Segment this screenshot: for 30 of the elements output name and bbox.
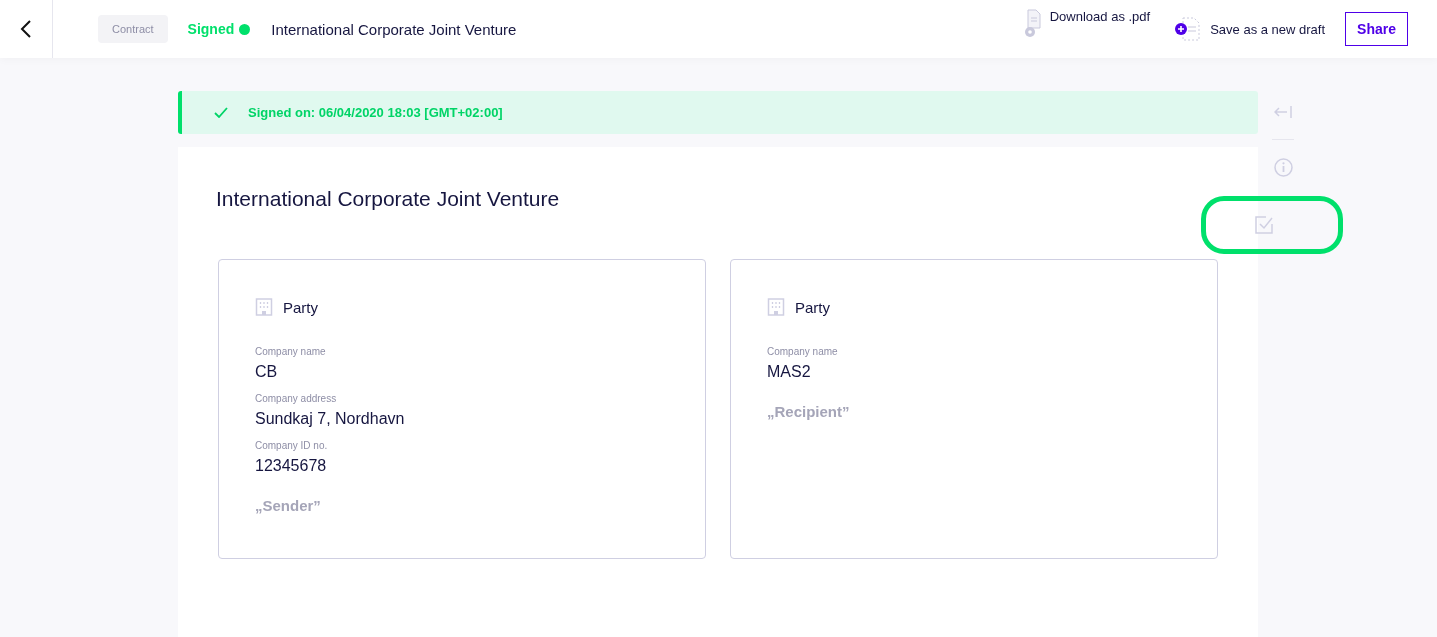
back-chevron-icon (20, 19, 32, 39)
building-icon (767, 298, 785, 316)
status-label: Signed (187, 21, 235, 37)
field-value: MAS2 (767, 363, 811, 381)
checkbox-icon (1255, 216, 1273, 234)
field-label: Company name (255, 346, 326, 357)
party-role: „Recipient” (767, 403, 850, 420)
field-label: Company name (767, 346, 838, 357)
field-label: Company ID no. (255, 440, 328, 451)
party-heading: Party (283, 298, 318, 316)
document-type-tag: Contract (98, 15, 168, 43)
party-heading: Party (795, 298, 830, 316)
add-document-icon (1174, 17, 1203, 41)
field-value: CB (255, 363, 278, 381)
document-heading: International Corporate Joint Venture (216, 187, 561, 211)
signed-date-text: Signed on: 06/04/2020 18:03 [GMT+02:00] (248, 105, 503, 120)
save-draft-button[interactable]: Save as a new draft (1174, 17, 1326, 41)
party-role: „Sender” (255, 497, 321, 514)
document-title: International Corporate Joint Venture (271, 20, 517, 38)
building-icon (255, 298, 273, 316)
field-label: Company address (255, 393, 337, 404)
arrow-left-bar-icon (1274, 105, 1292, 119)
status-dot (239, 23, 251, 35)
info-icon (1273, 157, 1293, 177)
download-pdf-button[interactable]: Download as .pdf (1021, 9, 1151, 39)
info-button[interactable] (1272, 156, 1294, 178)
field-value: 12345678 (255, 457, 327, 475)
check-icon (214, 107, 228, 118)
field-value: Sundkaj 7, Nordhavn (255, 410, 405, 428)
share-button[interactable]: Share (1345, 12, 1408, 46)
